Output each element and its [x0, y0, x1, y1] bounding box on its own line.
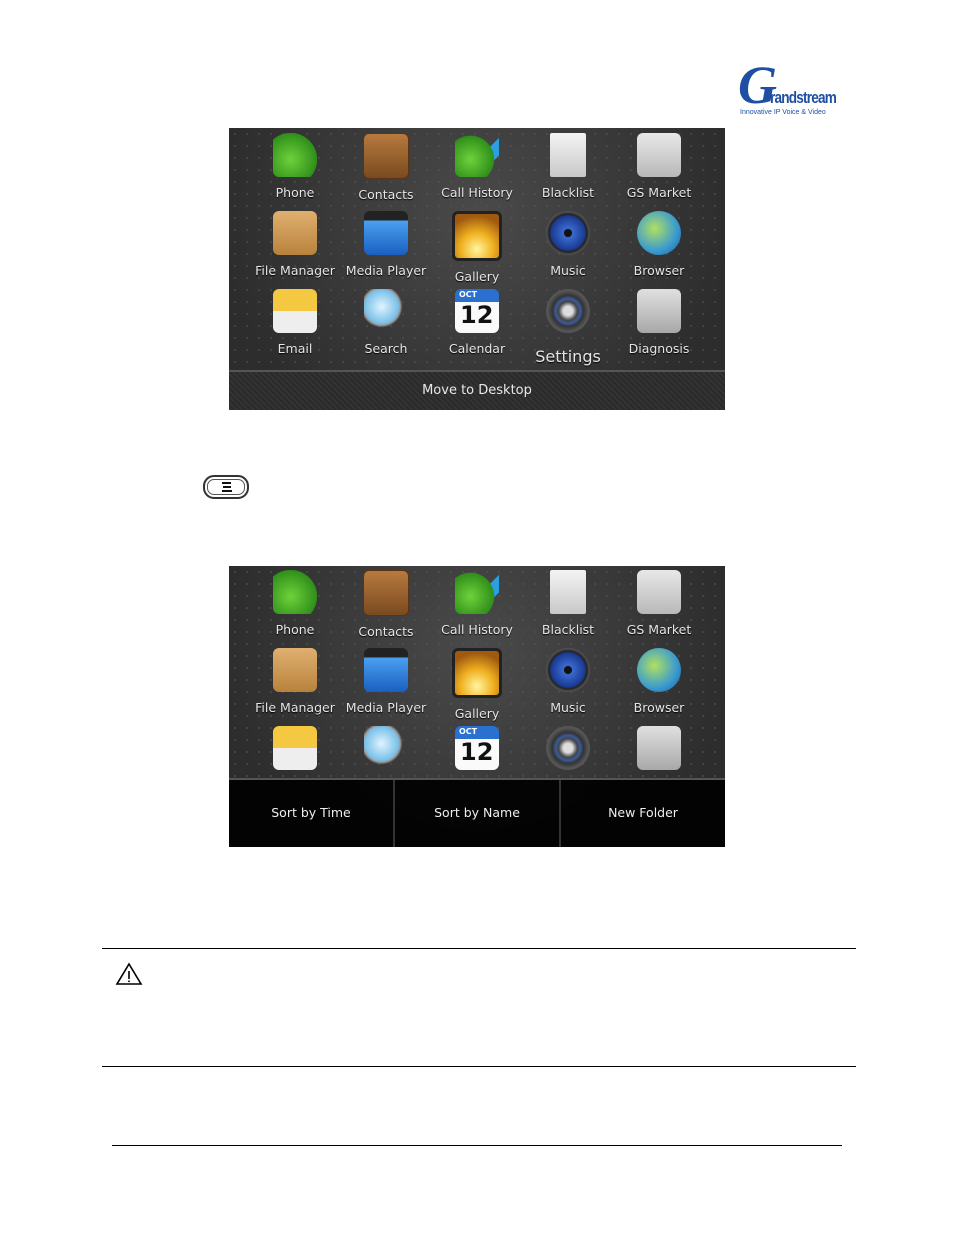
app-label: Gallery [454, 706, 500, 721]
app-drawer-screenshot-2: Phone Contacts Call History Blacklist GS Mar… [229, 566, 725, 847]
email-icon [273, 726, 317, 770]
app-label: Contacts [358, 624, 414, 639]
app-label: Search [364, 341, 408, 356]
app-contacts[interactable]: Contacts [341, 133, 431, 211]
app-calendar[interactable]: OCT 12 Calendar [432, 289, 522, 367]
music-icon [546, 648, 590, 692]
gallery-icon [452, 211, 502, 261]
document-page: Grandstream Innovative IP Voice & Video … [0, 0, 954, 1235]
music-icon [546, 211, 590, 255]
search-icon [364, 726, 408, 770]
app-file-manager[interactable]: File Manager [250, 211, 340, 289]
app-label: Phone [275, 622, 315, 637]
call-history-icon [455, 133, 499, 177]
app-music[interactable]: Music [523, 211, 613, 289]
app-label: File Manager [255, 700, 335, 715]
browser-icon [637, 648, 681, 692]
app-email[interactable]: Email [250, 289, 340, 367]
app-music[interactable]: Music [523, 648, 613, 726]
move-to-desktop-bar[interactable]: Move to Desktop [229, 370, 725, 410]
calendar-month: OCT [459, 727, 478, 736]
gallery-icon [452, 648, 502, 698]
app-phone[interactable]: Phone [250, 570, 340, 648]
app-label: Diagnosis [628, 341, 690, 356]
app-label: Calendar [448, 341, 506, 356]
app-browser[interactable]: Browser [614, 211, 704, 289]
menu-sort-by-time[interactable]: Sort by Time [229, 780, 395, 847]
settings-icon [546, 726, 590, 770]
search-icon [364, 289, 408, 333]
calendar-day: 12 [460, 301, 494, 329]
app-media-player[interactable]: Media Player [341, 648, 431, 726]
file-manager-icon [273, 211, 317, 255]
menu-key-icon [203, 475, 249, 499]
calendar-day: 12 [460, 738, 494, 766]
app-file-manager[interactable]: File Manager [250, 648, 340, 726]
contacts-icon [363, 570, 409, 616]
app-settings[interactable]: Settings [523, 289, 613, 367]
app-label: Music [550, 700, 586, 715]
media-player-icon [364, 648, 408, 692]
app-gs-market[interactable]: GS Market [614, 570, 704, 648]
grandstream-logo: Grandstream Innovative IP Voice & Video [738, 55, 837, 116]
settings-icon [546, 289, 590, 333]
market-icon [637, 570, 681, 614]
menu-new-folder[interactable]: New Folder [561, 780, 725, 847]
app-call-history[interactable]: Call History [432, 570, 522, 648]
app-label: Blacklist [541, 622, 595, 637]
app-blacklist[interactable]: Blacklist [523, 570, 613, 648]
app-browser[interactable]: Browser [614, 648, 704, 726]
note-bottom-divider [102, 1066, 856, 1067]
app-diagnosis[interactable]: Diagnosis [614, 289, 704, 367]
app-label: Media Player [345, 700, 427, 715]
menu-sort-by-name[interactable]: Sort by Name [395, 780, 561, 847]
media-player-icon [364, 211, 408, 255]
blacklist-icon [550, 133, 586, 177]
email-icon [273, 289, 317, 333]
calendar-month: OCT [459, 290, 478, 299]
app-label: Contacts [358, 187, 414, 202]
app-media-player[interactable]: Media Player [341, 211, 431, 289]
diagnosis-icon [637, 726, 681, 770]
app-label: Call History [441, 185, 513, 200]
app-phone[interactable]: Phone [250, 133, 340, 211]
app-label: Gallery [454, 269, 500, 284]
app-label: Phone [275, 185, 315, 200]
market-icon [637, 133, 681, 177]
calendar-icon: OCT 12 [455, 726, 499, 770]
phone-icon [273, 570, 317, 614]
app-label: Browser [633, 263, 685, 278]
app-label: Email [277, 341, 313, 356]
browser-icon [637, 211, 681, 255]
call-history-icon [455, 570, 499, 614]
app-gs-market[interactable]: GS Market [614, 133, 704, 211]
app-call-history[interactable]: Call History [432, 133, 522, 211]
app-label: GS Market [626, 185, 692, 200]
app-gallery[interactable]: Gallery [432, 648, 522, 726]
app-label: Media Player [345, 263, 427, 278]
app-label: Call History [441, 622, 513, 637]
app-gallery[interactable]: Gallery [432, 211, 522, 289]
app-label: Music [550, 263, 586, 278]
app-blacklist[interactable]: Blacklist [523, 133, 613, 211]
app-drawer-screenshot-1: Phone Contacts Call History Blacklist GS Mar… [229, 128, 725, 410]
app-label: Blacklist [541, 185, 595, 200]
warning-icon [115, 962, 143, 985]
app-label: Browser [633, 700, 685, 715]
app-search[interactable]: Search [341, 289, 431, 367]
app-contacts[interactable]: Contacts [341, 570, 431, 648]
options-menu: Sort by Time Sort by Name New Folder [229, 778, 725, 847]
app-label: Settings [535, 347, 601, 366]
note-top-divider [102, 948, 856, 949]
contacts-icon [363, 133, 409, 179]
footer-divider [112, 1145, 842, 1146]
phone-icon [273, 133, 317, 177]
app-label: GS Market [626, 622, 692, 637]
calendar-icon: OCT 12 [455, 289, 499, 333]
file-manager-icon [273, 648, 317, 692]
blacklist-icon [550, 570, 586, 614]
diagnosis-icon [637, 289, 681, 333]
app-label: File Manager [255, 263, 335, 278]
